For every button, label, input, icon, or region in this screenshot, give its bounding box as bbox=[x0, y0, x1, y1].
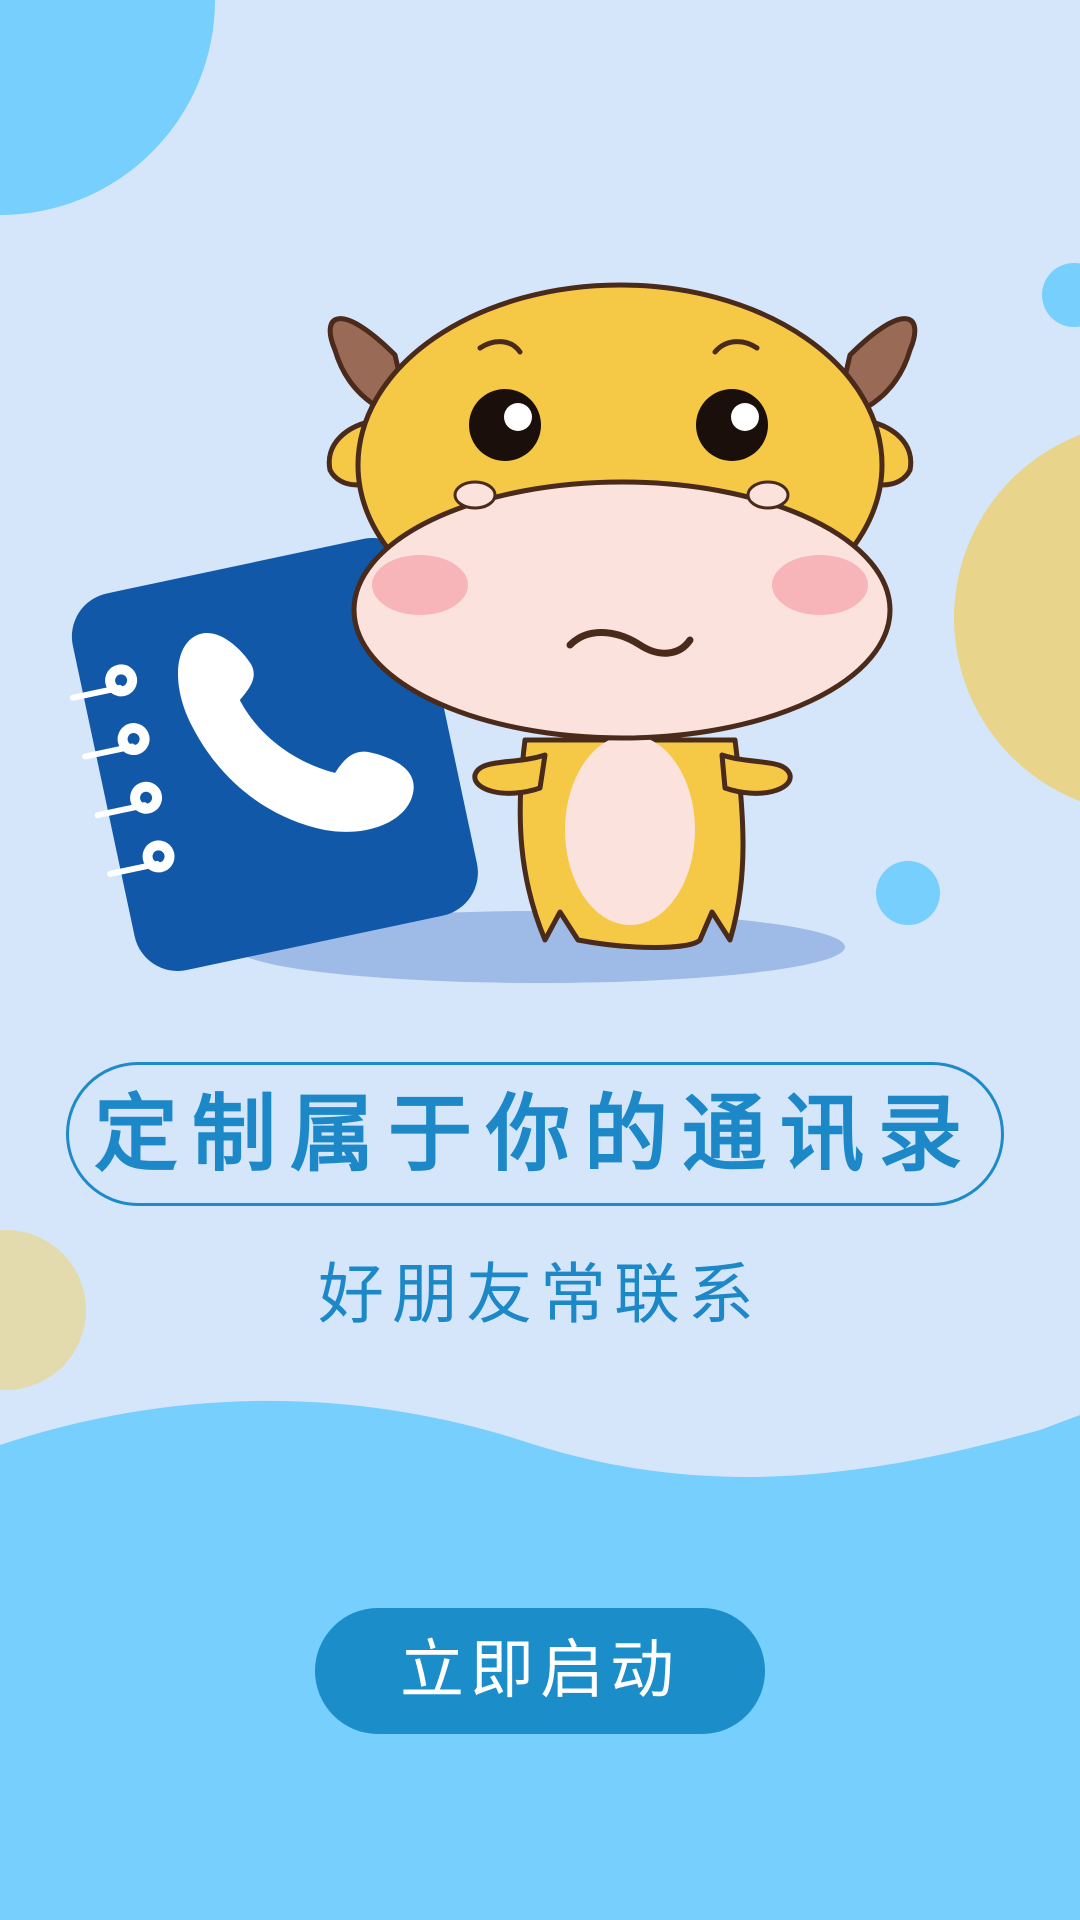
splash-screen: 定制属于你的通讯录 好朋友常联系 立即启动 bbox=[0, 0, 1080, 1920]
headline-text: 定制属于你的通讯录 bbox=[93, 1085, 976, 1183]
mascot-right-arm bbox=[719, 752, 793, 796]
start-button[interactable]: 立即启动 bbox=[315, 1608, 765, 1734]
mascot-left-arm bbox=[472, 752, 548, 796]
subheadline-text: 好朋友常联系 bbox=[318, 1256, 762, 1333]
headline-pill: 定制属于你的通讯录 bbox=[66, 1062, 1004, 1206]
deco-circle-top-left bbox=[0, 0, 215, 215]
start-button-label: 立即启动 bbox=[400, 1634, 680, 1708]
hero-illustration bbox=[69, 282, 918, 983]
mascot-right-eye bbox=[696, 389, 768, 461]
mascot-left-eye bbox=[469, 389, 541, 461]
